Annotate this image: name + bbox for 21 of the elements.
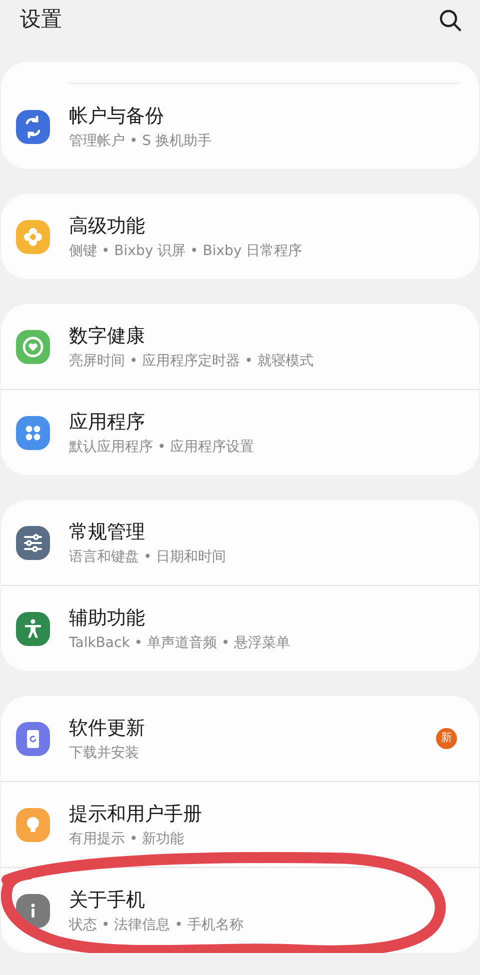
setting-title[interactable]: 关于手机 <box>69 886 457 912</box>
setting-subtitle: 语言和键盘 • 日期和时间 <box>69 548 228 566</box>
setting-subtitle: 有用提示 • 新功能 <box>69 830 186 848</box>
setting-title[interactable]: 软件更新 <box>69 714 436 740</box>
setting-subtitle: 状态 • 法律信息 • 手机名称 <box>69 916 244 934</box>
setting-subtitle: 默认应用程序 • 应用程序设置 <box>69 438 256 456</box>
setting-subtitle: 亮屏时间 • 应用程序定时器 • 就寝模式 <box>69 352 314 370</box>
setting-subtitle: TalkBack • 单声道音频 • 悬浮菜单 <box>69 634 292 652</box>
search-icon[interactable] <box>438 8 462 32</box>
setting-title[interactable]: 应用程序 <box>69 408 457 434</box>
page-title: 设置 <box>20 6 62 34</box>
setting-title[interactable]: 数字健康 <box>69 322 457 348</box>
setting-title[interactable]: 辅助功能 <box>69 604 457 630</box>
new-badge: 新 <box>436 728 457 749</box>
setting-title[interactable]: 帐户与备份 <box>69 102 457 128</box>
setting-subtitle: 下载并安装 <box>69 744 140 762</box>
setting-subtitle: 管理帐户 • S 换机助手 <box>69 132 212 150</box>
setting-subtitle: 侧键 • Bixby 识屏 • Bixby 日常程序 <box>69 242 304 260</box>
setting-title[interactable]: 常规管理 <box>69 518 457 544</box>
setting-title[interactable]: 高级功能 <box>69 212 457 238</box>
setting-title[interactable]: 提示和用户手册 <box>69 800 457 826</box>
